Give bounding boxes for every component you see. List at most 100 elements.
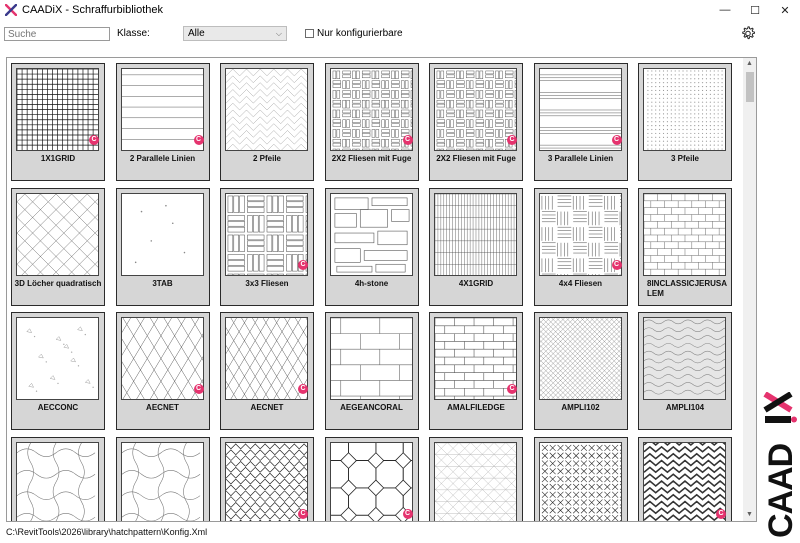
pattern-preview — [16, 68, 99, 151]
pattern-preview — [538, 441, 622, 521]
configurable-badge-icon: C — [611, 135, 622, 145]
hatch-pattern-tile[interactable]: C 2X2 Fliesen mit Fuge — [324, 63, 419, 181]
pattern-preview — [643, 317, 726, 400]
hatch-pattern-tile[interactable]: C — [324, 436, 419, 521]
hatch-pattern-tile[interactable] — [115, 436, 210, 521]
hatch-pattern-tile[interactable] — [429, 436, 523, 521]
pattern-preview — [16, 441, 99, 521]
hatch-pattern-tile[interactable]: AECCONC — [11, 312, 105, 430]
pattern-preview — [329, 192, 413, 276]
klasse-select[interactable]: Alle ⌵ — [183, 26, 287, 41]
pattern-preview — [538, 192, 622, 276]
hatch-pattern-tile[interactable]: C 1X1GRID — [11, 63, 105, 181]
pattern-preview — [120, 317, 204, 400]
pattern-name: 2 Parallele Linien — [129, 154, 196, 163]
hatch-pattern-tile[interactable] — [533, 436, 628, 521]
pattern-name: 2 Pfeile — [252, 154, 281, 163]
hatch-pattern-tile[interactable]: C AECNET — [220, 312, 314, 430]
caadix-logo-icon — [5, 4, 17, 16]
scroll-up-icon[interactable]: ▲ — [743, 58, 756, 70]
search-input[interactable] — [4, 27, 110, 41]
configurable-badge-icon: C — [193, 384, 204, 394]
pattern-name: AMPLI104 — [665, 403, 705, 412]
pattern-preview — [434, 68, 517, 151]
maximize-button[interactable]: ☐ — [740, 0, 770, 20]
pattern-preview — [120, 441, 204, 521]
pattern-preview — [16, 317, 99, 400]
hatch-pattern-tile[interactable]: C 2X2 Fliesen mit Fuge — [429, 63, 523, 181]
hatch-pattern-tile[interactable]: AMPLI104 — [638, 312, 732, 430]
pattern-preview — [434, 317, 517, 400]
pattern-preview — [538, 68, 622, 151]
configurable-badge-icon: C — [507, 135, 517, 145]
pattern-name: 3 Parallele Linien — [547, 154, 614, 163]
hatch-library-panel[interactable]: C 1X1GRID C 2 Parallele Linien 2 Pfeile C 2X2 … — [6, 57, 757, 522]
pattern-preview — [538, 317, 622, 400]
pattern-name: AMPLI102 — [561, 403, 600, 412]
svg-text:CAAD: CAAD — [762, 443, 797, 538]
pattern-name: 8INCLASSICJERUSALEM — [647, 278, 728, 298]
gear-icon[interactable] — [739, 25, 757, 43]
pattern-preview — [120, 68, 204, 151]
hatch-pattern-tile[interactable]: 8INCLASSICJERUSALEM — [638, 187, 732, 306]
scroll-down-icon[interactable]: ▼ — [743, 509, 756, 521]
pattern-name: 3x3 Fliesen — [245, 278, 289, 288]
pattern-preview — [225, 68, 308, 151]
hatch-pattern-tile[interactable]: AEGEANCORAL — [324, 312, 419, 430]
pattern-preview — [434, 192, 517, 276]
hatch-pattern-tile[interactable]: C 3x3 Fliesen — [220, 187, 314, 306]
hatch-pattern-tile[interactable]: C AMALFILEDGE — [429, 312, 523, 430]
hatch-pattern-tile[interactable]: C 2 Parallele Linien — [115, 63, 210, 181]
title-bar: CAADiX - Schraffurbibliothek — ☐ ✕ — [0, 0, 800, 20]
pattern-name: 3TAB — [152, 278, 173, 288]
configurable-badge-icon: C — [298, 259, 308, 270]
pattern-preview — [329, 68, 413, 151]
pattern-name: 3D Löcher quadratisch — [14, 278, 102, 288]
hatch-pattern-tile[interactable]: 4X1GRID — [429, 187, 523, 306]
hatch-pattern-tile[interactable]: C 3 Parallele Linien — [533, 63, 628, 181]
hatch-pattern-tile[interactable]: 3 Pfeile — [638, 63, 732, 181]
configurable-badge-icon: C — [298, 508, 308, 519]
config-path-status: C:\RevitTools\2026\library\hatchpattern\… — [6, 527, 208, 537]
hatch-pattern-tile[interactable]: 2 Pfeile — [220, 63, 314, 181]
hatch-pattern-tile[interactable]: C 4x4 Fliesen — [533, 187, 628, 306]
pattern-name: 3 Pfeile — [670, 154, 699, 163]
hatch-pattern-tile[interactable]: C — [220, 436, 314, 521]
configurable-badge-icon: C — [716, 508, 726, 519]
pattern-name: 2X2 Fliesen mit Fuge — [436, 154, 516, 163]
toolbar: Klasse: Alle ⌵ Nur konfigurierbare — [0, 22, 800, 48]
pattern-preview — [434, 441, 517, 521]
configurable-badge-icon: C — [402, 508, 413, 519]
pattern-name: AEGEANCORAL — [340, 403, 403, 412]
pattern-preview — [643, 441, 726, 521]
configurable-badge-icon: C — [298, 384, 308, 394]
hatch-pattern-tile[interactable]: C — [638, 436, 732, 521]
pattern-name: 4h-stone — [354, 278, 389, 288]
klasse-label: Klasse: — [117, 28, 150, 39]
hatch-pattern-tile[interactable]: 3TAB — [115, 187, 210, 306]
scrollbar-thumb[interactable] — [746, 72, 754, 102]
pattern-name: AECCONC — [37, 403, 79, 412]
vertical-scrollbar[interactable]: ▲ ▼ — [743, 58, 756, 521]
configurable-badge-icon: C — [507, 384, 517, 394]
pattern-preview — [16, 192, 99, 276]
only-configurable-checkbox[interactable] — [305, 29, 314, 38]
configurable-badge-icon: C — [402, 135, 413, 145]
pattern-preview — [329, 441, 413, 521]
minimize-button[interactable]: — — [710, 0, 740, 20]
hatch-pattern-tile[interactable]: C AECNET — [115, 312, 210, 430]
close-button[interactable]: ✕ — [770, 0, 800, 20]
hatch-pattern-tile[interactable]: AMPLI102 — [533, 312, 628, 430]
configurable-badge-icon: C — [193, 135, 204, 145]
pattern-name: 4x4 Fliesen — [558, 278, 603, 288]
pattern-preview — [643, 68, 726, 151]
pattern-preview — [225, 441, 308, 521]
configurable-badge-icon: C — [611, 259, 622, 270]
hatch-pattern-tile[interactable]: 3D Löcher quadratisch — [11, 187, 105, 306]
hatch-pattern-tile[interactable] — [11, 436, 105, 521]
pattern-preview — [225, 317, 308, 400]
pattern-preview — [329, 317, 413, 400]
pattern-preview — [225, 192, 308, 276]
pattern-name: 1X1GRID — [40, 154, 76, 163]
hatch-pattern-tile[interactable]: 4h-stone — [324, 187, 419, 306]
